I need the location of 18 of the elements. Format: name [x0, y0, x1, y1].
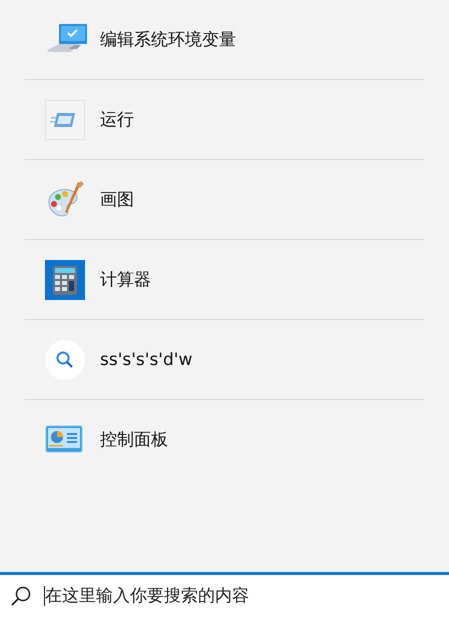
result-label: 计算器 [100, 269, 151, 291]
result-label: 运行 [100, 109, 134, 131]
result-item[interactable]: 编辑系统环境变量 [25, 0, 424, 80]
result-item[interactable]: 计算器 [25, 240, 424, 320]
result-item[interactable]: 控制面板 [25, 400, 424, 479]
control-panel-icon [45, 424, 83, 454]
search-field[interactable]: 在这里输入你要搜索的内容 [44, 586, 425, 606]
result-label: 控制面板 [100, 429, 168, 451]
result-label: ss's's's'd'w [100, 350, 192, 370]
result-item[interactable]: ss's's's'd'w [25, 320, 424, 400]
search-icon [45, 340, 85, 380]
run-icon [45, 100, 85, 140]
result-item[interactable]: 画图 [25, 160, 424, 240]
result-label: 画图 [100, 189, 134, 211]
result-item[interactable]: 运行 [25, 80, 424, 160]
result-label: 编辑系统环境变量 [100, 29, 236, 51]
calculator-icon [45, 260, 85, 300]
search-icon [10, 585, 32, 607]
